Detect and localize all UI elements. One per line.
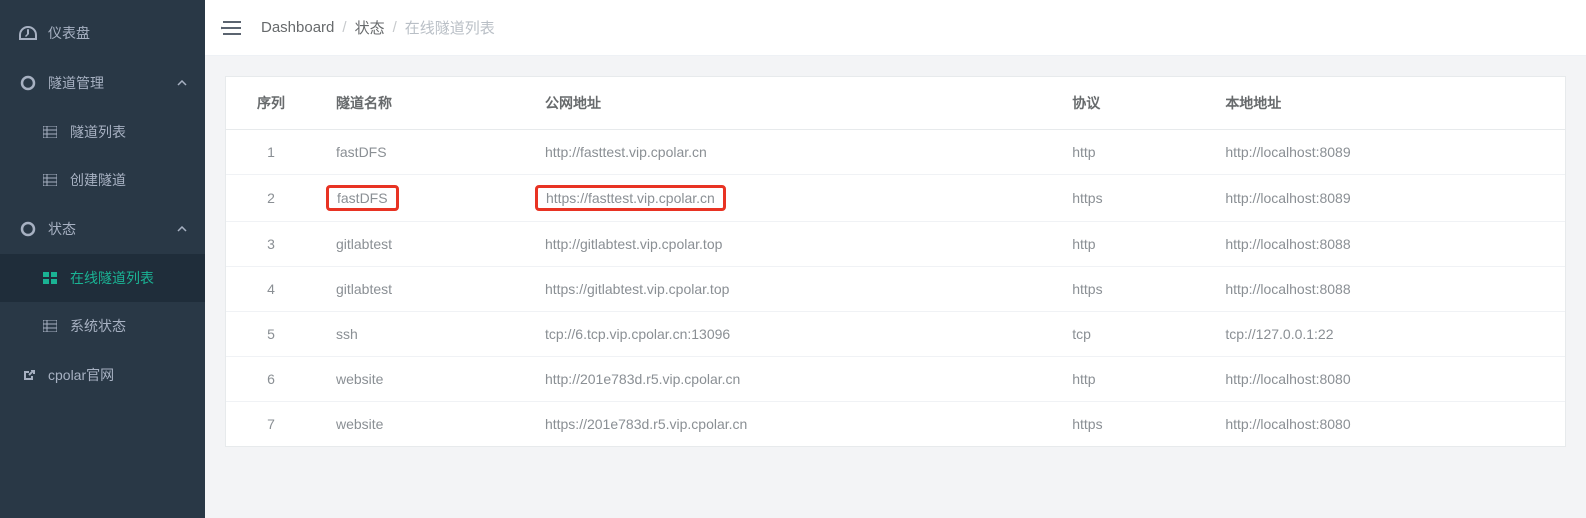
cell-index: 7 — [226, 402, 316, 447]
table-row: 4gitlabtesthttps://gitlabtest.vip.cpolar… — [226, 267, 1565, 312]
ring-icon — [18, 75, 38, 91]
cell-addr[interactable]: http://fasttest.vip.cpolar.cn — [525, 130, 1052, 175]
cell-name: gitlabtest — [316, 267, 525, 312]
tunnel-table-card: 序列 隧道名称 公网地址 协议 本地地址 1fastDFShttp://fast… — [225, 76, 1566, 447]
cell-proto: http — [1052, 357, 1205, 402]
tunnel-table: 序列 隧道名称 公网地址 协议 本地地址 1fastDFShttp://fast… — [226, 77, 1565, 446]
sidebar-item-cpolar-website[interactable]: cpolar官网 — [0, 350, 205, 400]
sidebar-item-online-tunnels[interactable]: 在线隧道列表 — [0, 254, 205, 302]
breadcrumb: Dashboard / 状态 / 在线隧道列表 — [261, 17, 495, 38]
cell-name: website — [316, 357, 525, 402]
cell-addr[interactable]: http://gitlabtest.vip.cpolar.top — [525, 222, 1052, 267]
sidebar-item-status[interactable]: 状态 — [0, 204, 205, 254]
cell-name: fastDFS — [316, 130, 525, 175]
breadcrumb-separator: / — [342, 19, 346, 36]
cell-name: fastDFS — [316, 175, 525, 222]
cell-index: 3 — [226, 222, 316, 267]
cell-addr[interactable]: http://201e783d.r5.vip.cpolar.cn — [525, 357, 1052, 402]
col-local: 本地地址 — [1205, 77, 1565, 130]
sidebar-item-dashboard[interactable]: 仪表盘 — [0, 8, 205, 58]
cell-local: http://localhost:8088 — [1205, 267, 1565, 312]
sidebar-sublabel: 系统状态 — [70, 316, 126, 336]
table-row: 3gitlabtesthttp://gitlabtest.vip.cpolar.… — [226, 222, 1565, 267]
cell-proto: tcp — [1052, 312, 1205, 357]
col-addr: 公网地址 — [525, 77, 1052, 130]
cell-local: http://localhost:8089 — [1205, 130, 1565, 175]
sidebar-label: cpolar官网 — [48, 365, 187, 385]
sidebar-label: 状态 — [48, 219, 177, 239]
cell-proto: https — [1052, 175, 1205, 222]
sidebar-sublabel: 在线隧道列表 — [70, 268, 154, 288]
cell-index: 6 — [226, 357, 316, 402]
cell-proto: https — [1052, 267, 1205, 312]
table-row: 2fastDFShttps://fasttest.vip.cpolar.cnht… — [226, 175, 1565, 222]
sidebar: 仪表盘 隧道管理 隧道列表 创建隧道 — [0, 0, 205, 518]
sidebar-item-system-status[interactable]: 系统状态 — [0, 302, 205, 350]
table-icon — [40, 126, 60, 138]
cell-proto: https — [1052, 402, 1205, 447]
breadcrumb-status[interactable]: 状态 — [355, 17, 385, 38]
sidebar-item-tunnel-mgmt[interactable]: 隧道管理 — [0, 58, 205, 108]
cell-local: http://localhost:8080 — [1205, 402, 1565, 447]
table-icon — [40, 320, 60, 332]
sidebar-item-tunnel-create[interactable]: 创建隧道 — [0, 156, 205, 204]
cell-proto: http — [1052, 130, 1205, 175]
cell-local: http://localhost:8089 — [1205, 175, 1565, 222]
cell-name: gitlabtest — [316, 222, 525, 267]
grid-icon — [40, 272, 60, 284]
cell-addr[interactable]: tcp://6.tcp.vip.cpolar.cn:13096 — [525, 312, 1052, 357]
cell-addr[interactable]: https://201e783d.r5.vip.cpolar.cn — [525, 402, 1052, 447]
sidebar-sublabel: 隧道列表 — [70, 122, 126, 142]
ring-icon — [18, 221, 38, 237]
cell-proto: http — [1052, 222, 1205, 267]
sidebar-sublabel: 创建隧道 — [70, 170, 126, 190]
cell-addr[interactable]: https://fasttest.vip.cpolar.cn — [525, 175, 1052, 222]
table-row: 6websitehttp://201e783d.r5.vip.cpolar.cn… — [226, 357, 1565, 402]
sidebar-label: 隧道管理 — [48, 73, 177, 93]
col-index: 序列 — [226, 77, 316, 130]
chevron-up-icon — [177, 80, 187, 86]
breadcrumb-separator: / — [393, 19, 397, 36]
table-row: 1fastDFShttp://fasttest.vip.cpolar.cnhtt… — [226, 130, 1565, 175]
cell-local: http://localhost:8088 — [1205, 222, 1565, 267]
cell-index: 2 — [226, 175, 316, 222]
cell-addr[interactable]: https://gitlabtest.vip.cpolar.top — [525, 267, 1052, 312]
dashboard-icon — [18, 26, 38, 40]
table-row: 7websitehttps://201e783d.r5.vip.cpolar.c… — [226, 402, 1565, 447]
breadcrumb-root[interactable]: Dashboard — [261, 19, 334, 36]
sidebar-label: 仪表盘 — [48, 23, 187, 43]
breadcrumb-current: 在线隧道列表 — [405, 17, 495, 38]
table-row: 5sshtcp://6.tcp.vip.cpolar.cn:13096tcptc… — [226, 312, 1565, 357]
external-link-icon — [18, 368, 38, 383]
cell-local: http://localhost:8080 — [1205, 357, 1565, 402]
main-content: Dashboard / 状态 / 在线隧道列表 序列 隧道名称 公网地址 协议 — [205, 0, 1586, 518]
table-icon — [40, 174, 60, 186]
col-name: 隧道名称 — [316, 77, 525, 130]
cell-local: tcp://127.0.0.1:22 — [1205, 312, 1565, 357]
cell-index: 5 — [226, 312, 316, 357]
cell-name: website — [316, 402, 525, 447]
chevron-up-icon — [177, 226, 187, 232]
cell-name: ssh — [316, 312, 525, 357]
cell-index: 4 — [226, 267, 316, 312]
cell-index: 1 — [226, 130, 316, 175]
menu-toggle-icon[interactable] — [221, 20, 241, 36]
col-proto: 协议 — [1052, 77, 1205, 130]
sidebar-item-tunnel-list[interactable]: 隧道列表 — [0, 108, 205, 156]
topbar: Dashboard / 状态 / 在线隧道列表 — [205, 0, 1586, 56]
